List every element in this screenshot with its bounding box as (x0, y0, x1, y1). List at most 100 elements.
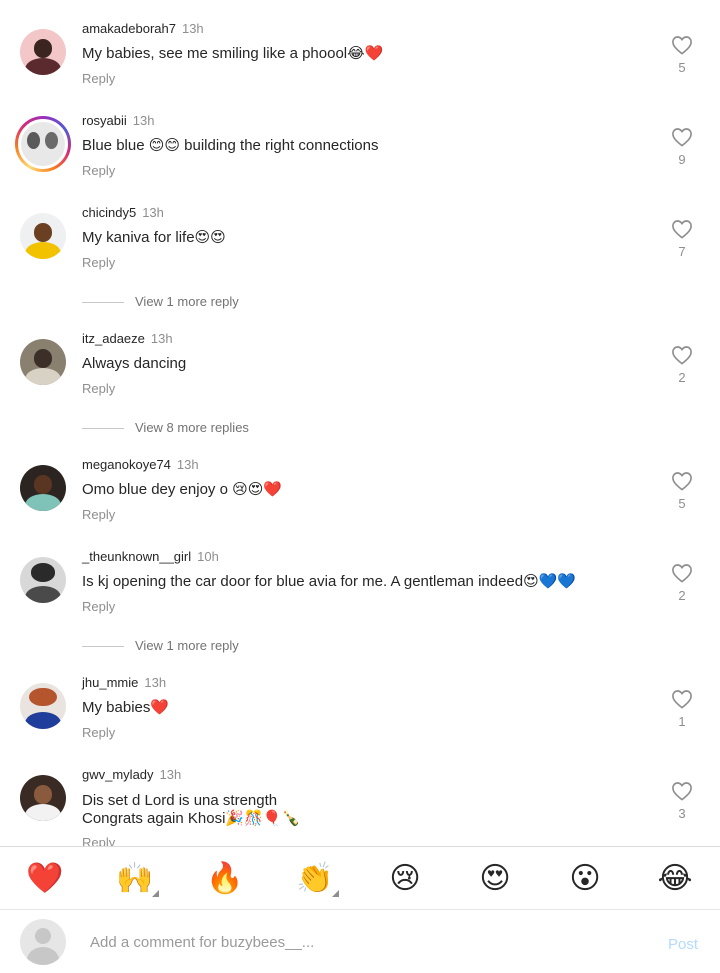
heart-icon[interactable] (671, 35, 693, 55)
like-button[interactable]: 9 (670, 127, 694, 167)
timestamp: 13h (132, 113, 155, 128)
comment-text: Always dancing (82, 355, 187, 372)
reply-button[interactable]: Reply (82, 835, 115, 846)
username[interactable]: _theunknown__girl (82, 549, 191, 564)
username[interactable]: itz_adaeze (82, 331, 145, 346)
comment-header: chicindy5 13h (82, 205, 164, 220)
avatar[interactable] (20, 557, 66, 603)
username[interactable]: amakadeborah7 (82, 21, 176, 36)
comment-item: rosyabii 13h Blue blue 😊😊 building the ri… (0, 92, 720, 184)
like-button[interactable]: 7 (670, 219, 694, 259)
comment-item: gwv_mylady 13h Dis set d Lord is una stre… (0, 746, 720, 846)
fire-emoji-button[interactable]: 🔥 (205, 861, 245, 897)
comment-header: meganokoye74 13h (82, 457, 199, 472)
comment-header: jhu_mmie 13h (82, 675, 166, 690)
tears-of-joy-emoji-button[interactable]: 😂 (655, 861, 695, 897)
skin-tone-indicator-icon (152, 890, 159, 897)
like-count: 2 (678, 370, 686, 385)
avatar[interactable] (20, 683, 66, 729)
timestamp: 13h (144, 675, 167, 690)
timestamp: 13h (150, 331, 173, 346)
username[interactable]: chicindy5 (82, 205, 136, 220)
username[interactable]: rosyabii (82, 113, 127, 128)
like-button[interactable]: 5 (670, 35, 694, 75)
comment-item: itz_adaeze 13h Always dancing Reply 2 (0, 310, 720, 402)
view-more-label[interactable]: View 1 more reply (135, 294, 239, 309)
comment-item: chicindy5 13h My kaniva for life😍😍 Reply … (0, 184, 720, 276)
like-button[interactable]: 5 (670, 471, 694, 511)
timestamp: 13h (181, 21, 204, 36)
heart-icon[interactable] (671, 689, 693, 709)
avatar[interactable] (20, 775, 66, 821)
like-button[interactable]: 3 (670, 781, 694, 821)
like-button[interactable]: 1 (670, 689, 694, 729)
reply-button[interactable]: Reply (82, 725, 115, 740)
red-heart-emoji-button[interactable]: ❤️ (25, 861, 65, 897)
reply-button[interactable]: Reply (82, 381, 115, 396)
like-button[interactable]: 2 (670, 345, 694, 385)
raised-hands-emoji-button[interactable]: 🙌 (115, 861, 159, 897)
comment-text: Blue blue 😊😊 building the right connecti… (82, 137, 379, 154)
comment-text: My kaniva for life😍😍 (82, 229, 226, 246)
reply-button[interactable]: Reply (82, 163, 115, 178)
comment-header: amakadeborah7 13h (82, 21, 204, 36)
current-user-avatar (20, 919, 66, 965)
heart-eyes-emoji-button[interactable]: 😍 (475, 861, 515, 897)
avatar[interactable] (20, 339, 66, 385)
avatar[interactable] (20, 465, 66, 511)
comment-text: My babies, see me smiling like a phoool😂… (82, 45, 384, 62)
timestamp: 10h (197, 549, 219, 564)
avatar[interactable] (20, 29, 66, 75)
divider (82, 428, 124, 429)
comment-item: _theunknown__girl 10h Is kj opening the c… (0, 528, 720, 620)
comment-item: amakadeborah7 13h My babies, see me smili… (0, 0, 720, 92)
comment-text: Omo blue dey enjoy o 😢😍❤️ (82, 481, 283, 498)
comment-input[interactable] (90, 930, 610, 954)
reply-button[interactable]: Reply (82, 71, 115, 86)
comment-header: rosyabii 13h (82, 113, 155, 128)
avatar[interactable] (20, 213, 66, 259)
comment-header: itz_adaeze 13h (82, 331, 173, 346)
comment-item: jhu_mmie 13h My babies❤️ Reply 1 (0, 654, 720, 746)
clapping-hands-emoji-button[interactable]: 👏 (295, 861, 339, 897)
comment-text: My babies❤️ (82, 699, 170, 716)
view-more-label[interactable]: View 8 more replies (135, 420, 249, 435)
heart-icon[interactable] (671, 781, 693, 801)
emoji-reaction-bar: ❤️ 🙌 🔥 👏 😢 😍 😮 😂 (0, 846, 720, 909)
comments-list: amakadeborah7 13h My babies, see me smili… (0, 0, 720, 846)
reply-button[interactable]: Reply (82, 507, 115, 522)
comment-text: Dis set d Lord is una strength Congrats … (82, 792, 300, 828)
heart-icon[interactable] (671, 471, 693, 491)
comment-header: gwv_mylady 13h (82, 767, 181, 782)
comment-text-line: Dis set d Lord is una strength (82, 792, 278, 809)
like-count: 5 (678, 496, 686, 511)
like-count: 5 (678, 60, 686, 75)
username[interactable]: gwv_mylady (82, 767, 154, 782)
reply-button[interactable]: Reply (82, 599, 115, 614)
raised-hands-emoji: 🙌 (116, 861, 154, 896)
like-count: 2 (678, 588, 686, 603)
username[interactable]: jhu_mmie (82, 675, 138, 690)
timestamp: 13h (176, 457, 199, 472)
like-button[interactable]: 2 (670, 563, 694, 603)
divider (82, 302, 124, 303)
like-count: 3 (678, 806, 686, 821)
post-button[interactable]: Post (668, 936, 698, 953)
heart-icon[interactable] (671, 563, 693, 583)
comment-text: Is kj opening the car door for blue avia… (82, 573, 577, 590)
like-count: 9 (678, 152, 686, 167)
heart-icon[interactable] (671, 219, 693, 239)
username[interactable]: meganokoye74 (82, 457, 171, 472)
like-count: 7 (678, 244, 686, 259)
reply-button[interactable]: Reply (82, 255, 115, 270)
heart-icon[interactable] (671, 345, 693, 365)
comment-text-line: Congrats again Khosi🎉🎊🎈🍾 (82, 810, 301, 827)
comment-composer: Post (0, 909, 720, 973)
crying-face-emoji-button[interactable]: 😢 (385, 861, 425, 897)
surprised-face-emoji-button[interactable]: 😮 (565, 861, 605, 897)
avatar-story-ring[interactable] (15, 116, 71, 172)
like-count: 1 (678, 714, 686, 729)
timestamp: 13h (142, 205, 164, 220)
heart-icon[interactable] (671, 127, 693, 147)
view-more-label[interactable]: View 1 more reply (135, 638, 239, 653)
